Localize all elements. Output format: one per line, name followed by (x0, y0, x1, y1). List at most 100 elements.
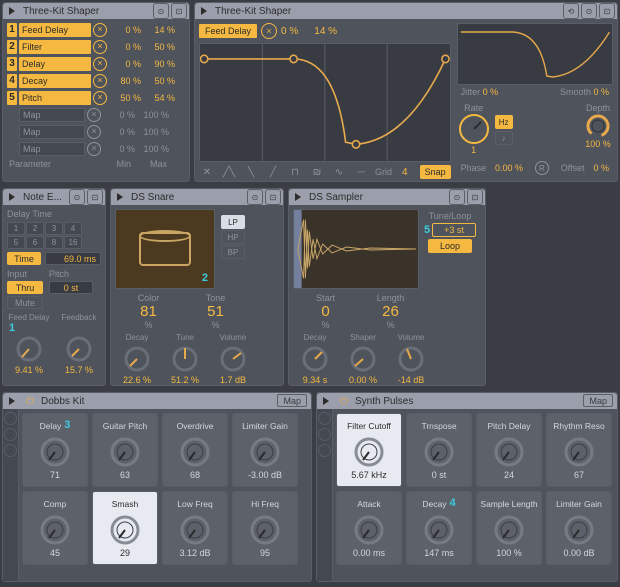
macro-value[interactable]: 0.00 ms (353, 548, 385, 558)
delay-division-button[interactable]: 5 (7, 236, 25, 249)
shape-saw-up-icon[interactable]: ╱ (265, 166, 281, 178)
min-value[interactable]: 0 % (281, 26, 298, 37)
map-min[interactable]: 50 % (109, 93, 141, 103)
offset-value[interactable]: 0 % (593, 163, 609, 173)
map-max[interactable]: 50 % (143, 76, 175, 86)
macro-value[interactable]: 71 (50, 470, 60, 480)
expand-icon[interactable] (319, 394, 333, 408)
feedback-value[interactable]: 15.7 % (65, 365, 93, 375)
map-min[interactable]: 80 % (109, 76, 141, 86)
pitch-value[interactable]: 0 st (49, 281, 93, 294)
macro-view-icon[interactable] (318, 412, 331, 425)
delay-division-button[interactable]: 3 (45, 222, 63, 235)
decay-knob[interactable] (300, 344, 330, 374)
device-save-icon[interactable]: ⊡ (171, 3, 187, 19)
macro-knob[interactable]: Pitch Delay 24 (476, 413, 542, 487)
macro-dial[interactable] (352, 435, 386, 469)
macro-knob[interactable]: Limiter Gain -3.00 dB (232, 413, 298, 487)
rate-value[interactable]: 1 (471, 145, 476, 155)
macro-knob[interactable]: Limiter Gain 0.00 dB (546, 491, 612, 565)
macro-value[interactable]: 3.12 dB (179, 548, 210, 558)
map-row[interactable]: Map × 0 % 100 % (3, 106, 189, 123)
chain-view-icon[interactable] (4, 428, 17, 441)
map-min[interactable]: 0 % (103, 144, 135, 154)
macro-value[interactable]: 29 (120, 548, 130, 558)
color-value[interactable]: 81 (140, 303, 157, 320)
macro-knob[interactable]: Filter Cutoff 5.67 kHz (336, 413, 402, 487)
map-empty-slot[interactable]: Map (19, 142, 85, 156)
thru-button[interactable]: Thru (7, 281, 43, 294)
clear-icon[interactable]: × (87, 142, 101, 156)
feed-delay-knob[interactable] (14, 334, 44, 364)
macro-value[interactable]: 24 (504, 470, 514, 480)
delay-division-button[interactable]: 16 (64, 236, 82, 249)
clear-icon[interactable]: × (261, 23, 277, 39)
clear-icon[interactable]: × (87, 108, 101, 122)
macro-dial[interactable] (422, 513, 456, 547)
map-max[interactable]: 90 % (143, 59, 175, 69)
macro-value[interactable]: -3.00 dB (248, 470, 282, 480)
map-max[interactable]: 100 % (137, 144, 169, 154)
expand-icon[interactable] (5, 4, 19, 18)
map-min[interactable]: 0 % (109, 59, 141, 69)
mute-button[interactable]: Mute (7, 296, 43, 309)
param-tag[interactable]: Feed Delay (199, 24, 257, 38)
delay-division-button[interactable]: 1 (7, 222, 25, 235)
macro-dial[interactable] (248, 435, 282, 469)
phase-value[interactable]: 0.00 % (495, 163, 523, 173)
shape-flat-icon[interactable]: ─ (353, 166, 369, 178)
macro-dial[interactable] (492, 435, 526, 469)
macro-knob[interactable]: Comp 45 (22, 491, 88, 565)
clear-icon[interactable]: × (93, 23, 107, 37)
shaper-knob[interactable] (348, 344, 378, 374)
macro-dial[interactable] (422, 435, 456, 469)
macro-dial[interactable] (108, 435, 142, 469)
volume-value[interactable]: -14 dB (398, 375, 425, 385)
loop-button[interactable]: Loop (428, 239, 472, 253)
power-icon[interactable]: ⏻ (23, 394, 37, 408)
clear-icon[interactable]: × (93, 74, 107, 88)
macro-dial[interactable] (562, 435, 596, 469)
macro-knob[interactable]: Low Freq 3.12 dB (162, 491, 228, 565)
macro-value[interactable]: 0.00 dB (563, 548, 594, 558)
map-param-name[interactable]: Feed Delay (19, 23, 91, 37)
map-row[interactable]: Map × 0 % 100 % (3, 140, 189, 157)
macro-dial[interactable] (178, 513, 212, 547)
macro-knob[interactable]: Delay3 71 (22, 413, 88, 487)
retrigger-button[interactable]: R (535, 161, 549, 175)
macro-knob[interactable]: Attack 0.00 ms (336, 491, 402, 565)
device-options-icon[interactable]: ⊙ (153, 3, 169, 19)
grid-value[interactable]: 4 (402, 167, 408, 178)
macro-dial[interactable] (562, 513, 596, 547)
expand-icon[interactable] (5, 190, 19, 204)
map-max[interactable]: 54 % (143, 93, 175, 103)
macro-value[interactable]: 63 (120, 470, 130, 480)
map-param-name[interactable]: Delay (19, 57, 91, 71)
map-empty-slot[interactable]: Map (19, 108, 85, 122)
volume-value[interactable]: 1.7 dB (220, 375, 246, 385)
expand-icon[interactable] (5, 394, 19, 408)
hp-button[interactable]: HP (221, 230, 245, 244)
shape-random1-icon[interactable]: ₪ (309, 166, 325, 178)
device-options-icon[interactable]: ⊙ (449, 189, 465, 205)
note-toggle[interactable]: ♪ (495, 131, 513, 145)
macro-dial[interactable] (38, 435, 72, 469)
bp-button[interactable]: BP (221, 245, 245, 259)
feed-delay-value[interactable]: 9.41 % (15, 365, 43, 375)
chain-view-icon[interactable] (318, 428, 331, 441)
macro-value[interactable]: 5.67 kHz (351, 470, 387, 480)
clear-icon[interactable]: × (93, 91, 107, 105)
decay-value[interactable]: 9.34 s (303, 375, 328, 385)
delay-division-button[interactable]: 8 (45, 236, 63, 249)
map-min[interactable]: 0 % (103, 110, 135, 120)
volume-knob[interactable] (396, 344, 426, 374)
map-max[interactable]: 14 % (143, 25, 175, 35)
power-icon[interactable]: ⏻ (337, 394, 351, 408)
map-row[interactable]: Map × 0 % 100 % (3, 123, 189, 140)
map-min[interactable]: 0 % (103, 127, 135, 137)
decay-value[interactable]: 22.6 % (123, 375, 151, 385)
snap-button[interactable]: Snap (420, 165, 451, 179)
hz-toggle[interactable]: Hz (495, 115, 513, 129)
device-save-icon[interactable]: ⊡ (87, 189, 103, 205)
macro-knob[interactable]: Guitar Pitch 63 (92, 413, 158, 487)
